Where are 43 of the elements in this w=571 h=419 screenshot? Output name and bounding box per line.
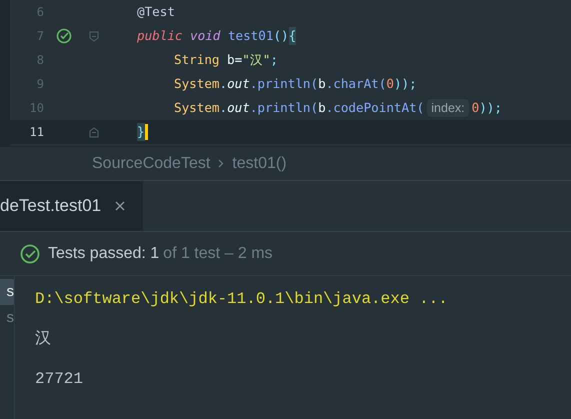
tree-item[interactable]: s bbox=[0, 279, 14, 305]
test-duration-text: of 1 test – 2 ms bbox=[163, 244, 273, 264]
code-token: 0 bbox=[472, 98, 480, 117]
console-line: 27721 bbox=[35, 369, 84, 390]
code-token: void bbox=[189, 26, 220, 45]
code-token: . bbox=[220, 74, 228, 93]
code-token: public bbox=[137, 26, 182, 45]
code-token: String bbox=[174, 50, 220, 69]
code-token: )); bbox=[479, 98, 502, 117]
code-token: } bbox=[137, 122, 145, 142]
line-number: 11 bbox=[28, 124, 44, 141]
code-token: System bbox=[174, 98, 220, 117]
text-caret bbox=[144, 124, 148, 140]
code-token: @Test bbox=[137, 2, 175, 21]
breadcrumb-item[interactable]: SourceCodeTest bbox=[92, 152, 210, 176]
close-icon[interactable] bbox=[115, 201, 126, 211]
console-line: 汉 bbox=[35, 329, 52, 350]
code-token: test01 bbox=[226, 26, 274, 45]
code-token: out bbox=[227, 74, 250, 93]
code-token: b bbox=[318, 74, 326, 93]
code-token: out bbox=[227, 98, 250, 117]
breadcrumb-item[interactable]: test01() bbox=[232, 152, 287, 176]
code-token: 0 bbox=[386, 74, 394, 93]
tree-item[interactable]: s bbox=[0, 305, 14, 331]
code-token: { bbox=[288, 26, 296, 46]
chevron-icon bbox=[218, 159, 224, 168]
console-line: D:\software\jdk\jdk-11.0.1\bin\java.exe ... bbox=[35, 289, 448, 310]
code-token: )); bbox=[394, 74, 417, 93]
run-tab[interactable]: deTest.test01 bbox=[0, 181, 144, 231]
code-token: .codePointAt( bbox=[326, 98, 424, 117]
code-token: System bbox=[174, 74, 220, 93]
code-token: .println( bbox=[250, 98, 318, 117]
code-token: .charAt( bbox=[326, 74, 386, 93]
parameter-hint: index: bbox=[427, 98, 469, 118]
code-token: .println( bbox=[250, 74, 318, 93]
code-token: . bbox=[220, 98, 228, 117]
code-token: b= bbox=[226, 50, 242, 69]
code-token: b bbox=[318, 98, 326, 117]
code-token: () bbox=[273, 26, 289, 45]
test-result-text: Tests passed: 1 bbox=[48, 244, 160, 264]
code-token: ; bbox=[270, 50, 278, 69]
code-token: "汉" bbox=[242, 50, 270, 69]
test-passed-icon[interactable] bbox=[56, 28, 72, 44]
